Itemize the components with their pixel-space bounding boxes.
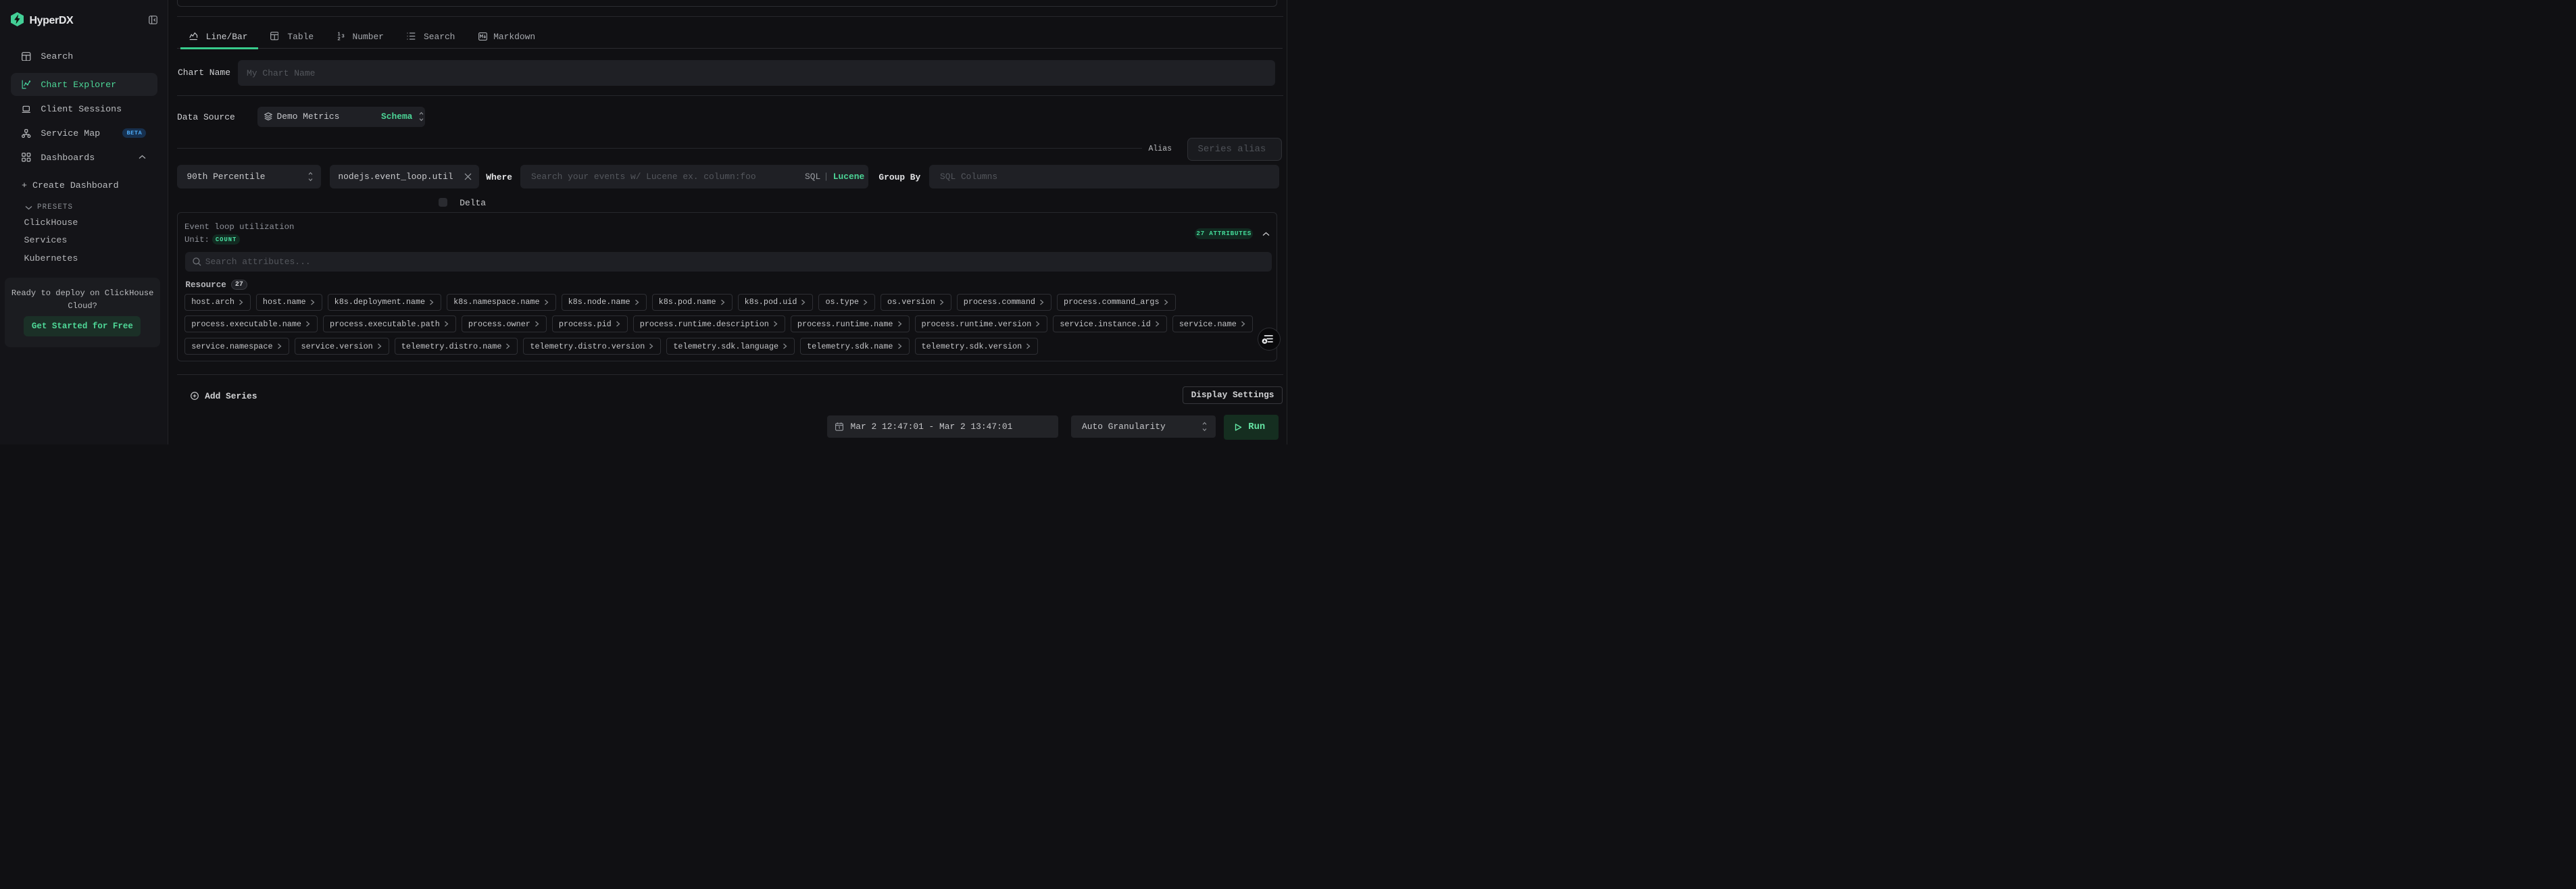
svg-text:2: 2	[338, 36, 341, 41]
svg-text:3: 3	[342, 33, 345, 39]
